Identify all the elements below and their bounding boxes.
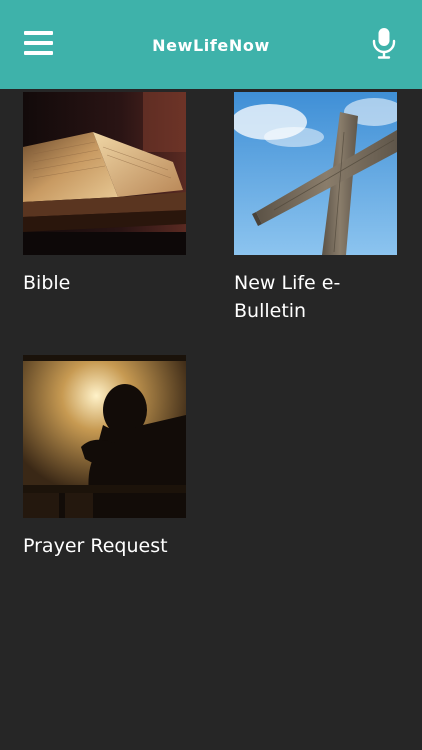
wooden-cross-sky-photo bbox=[234, 92, 397, 255]
tile-label: New Life e-Bulletin bbox=[234, 272, 341, 322]
tile-prayer-request[interactable]: Prayer Request bbox=[23, 355, 186, 560]
tile-label: Bible bbox=[23, 272, 71, 294]
top-app-bar: NewLifeNow bbox=[0, 0, 422, 89]
open-bible-photo bbox=[23, 92, 186, 255]
app-title: NewLifeNow bbox=[152, 36, 270, 55]
tile-e-bulletin[interactable]: New Life e-Bulletin bbox=[234, 92, 397, 325]
app-screen: NewLifeNow Bible New Life e-Bulletin Pra… bbox=[0, 0, 422, 750]
tile-label: Prayer Request bbox=[23, 535, 168, 557]
tile-bible[interactable]: Bible bbox=[23, 92, 186, 297]
microphone-icon[interactable] bbox=[371, 27, 397, 59]
praying-silhouette-photo bbox=[23, 355, 186, 518]
